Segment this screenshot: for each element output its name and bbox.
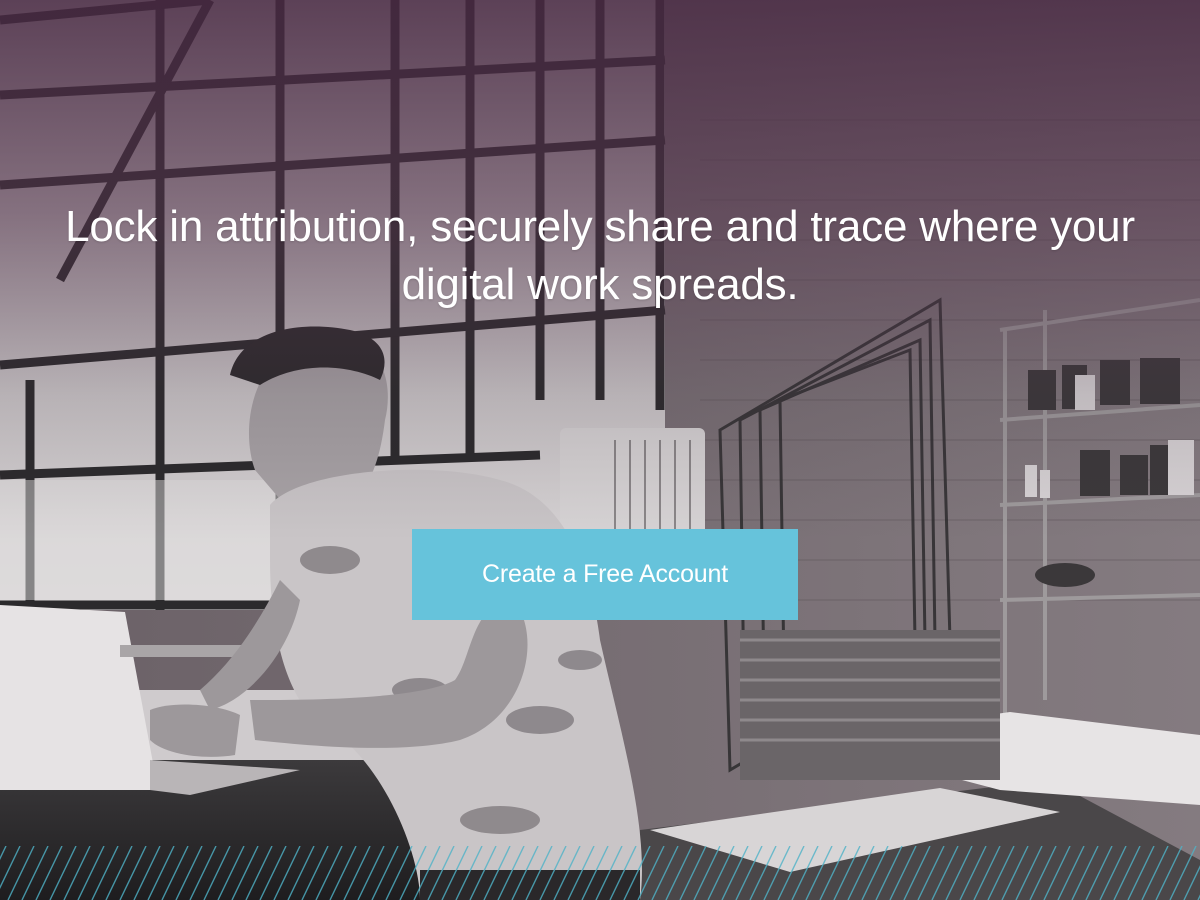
hero-headline: Lock in attribution, securely share and … bbox=[65, 202, 1135, 309]
create-free-account-button[interactable]: Create a Free Account bbox=[412, 529, 798, 620]
diagonal-line-pattern bbox=[0, 846, 1200, 900]
color-overlay bbox=[0, 0, 1200, 900]
hero-section: Lock in attribution, securely share and … bbox=[0, 0, 1200, 900]
